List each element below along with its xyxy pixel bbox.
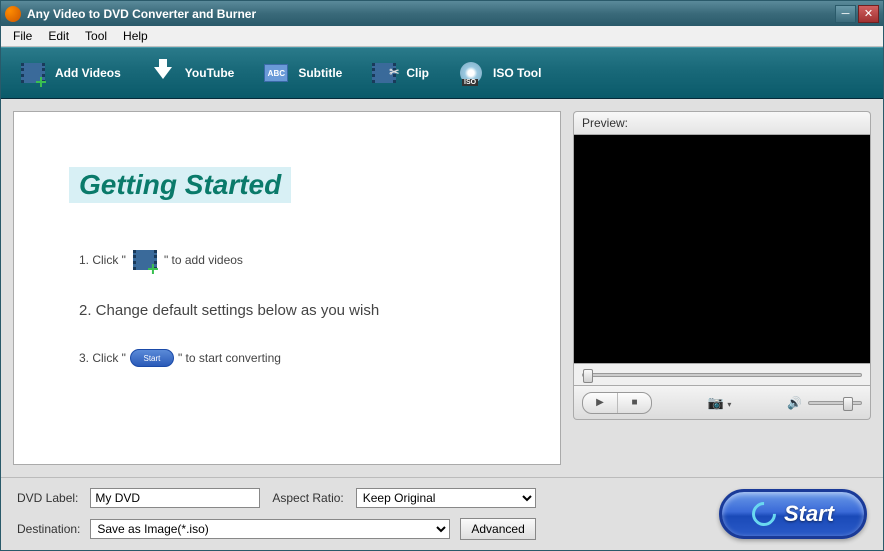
menu-help[interactable]: Help xyxy=(115,26,156,46)
content-area: Getting Started 1. Click " " to add vide… xyxy=(1,99,883,477)
menubar: File Edit Tool Help xyxy=(1,26,883,47)
start-button-label: Start xyxy=(784,501,834,527)
add-videos-label: Add Videos xyxy=(55,66,121,80)
iso-tool-button[interactable]: ISO Tool xyxy=(457,59,541,87)
window-title: Any Video to DVD Converter and Burner xyxy=(27,7,835,21)
start-button[interactable]: Start xyxy=(719,489,867,539)
minimize-button[interactable]: ─ xyxy=(835,5,856,23)
volume-slider[interactable] xyxy=(808,401,862,405)
steps-list: 1. Click " " to add videos 2. Change def… xyxy=(79,248,520,367)
menu-file[interactable]: File xyxy=(5,26,40,46)
getting-started-title: Getting Started xyxy=(69,167,291,203)
step-2: 2. Change default settings below as you … xyxy=(79,302,520,319)
aspect-ratio-label: Aspect Ratio: xyxy=(272,491,343,505)
youtube-label: YouTube xyxy=(185,66,235,80)
step-3-start-pill-icon: Start xyxy=(130,349,174,367)
app-window: Any Video to DVD Converter and Burner ─ … xyxy=(0,0,884,551)
bottom-panel: DVD Label: Aspect Ratio: Keep Original D… xyxy=(1,477,883,550)
volume-thumb[interactable] xyxy=(843,397,853,411)
seek-thumb[interactable] xyxy=(583,369,593,383)
preview-video-area xyxy=(573,134,871,364)
clip-button[interactable]: Clip xyxy=(370,59,429,87)
dvd-label-label: DVD Label: xyxy=(17,491,78,505)
advanced-button[interactable]: Advanced xyxy=(460,518,535,540)
step-1-text-b: " to add videos xyxy=(164,253,243,267)
step-1-text-a: 1. Click " xyxy=(79,253,126,267)
step-1-add-icon xyxy=(130,248,160,272)
step-3-text-b: " to start converting xyxy=(178,351,281,365)
subtitle-button[interactable]: ABC Subtitle xyxy=(262,59,342,87)
step-3-text-a: 3. Click " xyxy=(79,351,126,365)
menu-edit[interactable]: Edit xyxy=(40,26,77,46)
titlebar: Any Video to DVD Converter and Burner ─ … xyxy=(1,1,883,26)
playback-button-group: ▶ ■ xyxy=(582,392,652,414)
snapshot-button[interactable]: 📷 ▾ xyxy=(708,395,732,411)
clip-label: Clip xyxy=(406,66,429,80)
toolbar: Add Videos YouTube ABC Subtitle Clip ISO… xyxy=(1,47,883,99)
start-refresh-icon xyxy=(747,497,781,531)
dvd-label-input[interactable] xyxy=(90,488,260,508)
volume-icon: 🔊 xyxy=(787,396,802,410)
subtitle-label: Subtitle xyxy=(298,66,342,80)
destination-select[interactable]: Save as Image(*.iso) xyxy=(90,519,450,539)
download-icon xyxy=(149,59,177,87)
main-panel: Getting Started 1. Click " " to add vide… xyxy=(13,111,561,465)
stop-button[interactable]: ■ xyxy=(617,393,651,413)
subtitle-icon: ABC xyxy=(262,59,290,87)
clip-icon xyxy=(370,59,398,87)
preview-pane: Preview: ▶ ■ 📷 ▾ 🔊 xyxy=(573,111,871,465)
youtube-button[interactable]: YouTube xyxy=(149,59,235,87)
menu-tool[interactable]: Tool xyxy=(77,26,115,46)
preview-controls: ▶ ■ 📷 ▾ 🔊 xyxy=(573,386,871,420)
iso-tool-label: ISO Tool xyxy=(493,66,541,80)
play-button[interactable]: ▶ xyxy=(583,393,617,413)
destination-label: Destination: xyxy=(17,522,80,536)
app-icon xyxy=(5,6,21,22)
settings-form: DVD Label: Aspect Ratio: Keep Original D… xyxy=(17,488,536,540)
seek-slider[interactable] xyxy=(573,364,871,386)
add-videos-icon xyxy=(19,59,47,87)
preview-label: Preview: xyxy=(573,111,871,134)
seek-track xyxy=(582,373,862,377)
window-controls: ─ ✕ xyxy=(835,5,879,23)
add-videos-button[interactable]: Add Videos xyxy=(19,59,121,87)
step-3: 3. Click " Start " to start converting xyxy=(79,349,520,367)
close-button[interactable]: ✕ xyxy=(858,5,879,23)
iso-icon xyxy=(457,59,485,87)
step-1: 1. Click " " to add videos xyxy=(79,248,520,272)
aspect-ratio-select[interactable]: Keep Original xyxy=(356,488,536,508)
